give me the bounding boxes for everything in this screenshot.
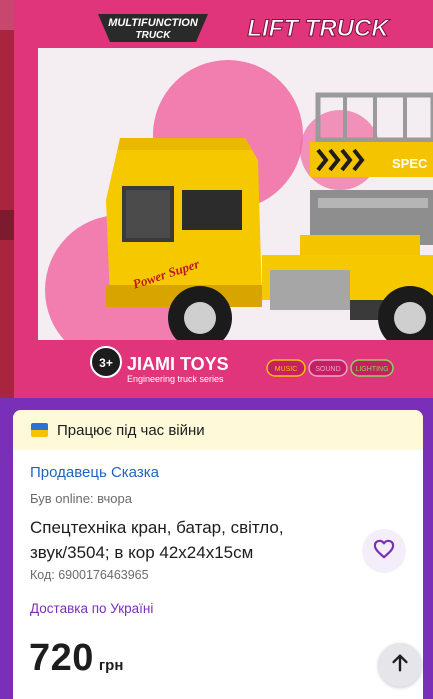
product-code: Код: 6900176463965 — [30, 568, 149, 582]
heart-outline-icon — [373, 539, 395, 564]
platform-label: SPEC — [392, 156, 428, 171]
scroll-to-top-button[interactable] — [378, 643, 422, 687]
badge-lighting: LIGHTING — [355, 366, 388, 373]
price: 720 грн — [29, 637, 123, 680]
seller-link[interactable]: Продавець Сказка — [30, 464, 159, 481]
listing-card: Працює під час війни Продавець Сказка Бу… — [13, 410, 423, 699]
age-badge: 3+ — [99, 356, 113, 370]
product-photo[interactable]: MULTIFUNCTION TRUCK LIFT TRUCK SPEC Powe… — [0, 0, 433, 398]
ukraine-flag-icon — [31, 423, 48, 437]
badge-music: MUSIC — [275, 366, 298, 373]
box-brand-sub-text: TRUCK — [136, 30, 172, 41]
manufacturer-text: JIAMI TOYS — [127, 354, 229, 374]
series-text: Engineering truck series — [127, 374, 224, 384]
seller-online-status: Був online: вчора — [30, 491, 132, 506]
favorite-button[interactable] — [362, 529, 406, 573]
wartime-banner: Працює під час війни — [13, 410, 423, 450]
delivery-info: Доставка по Україні — [30, 601, 154, 616]
badge-sound: SOUND — [315, 366, 340, 373]
box-title-text: LIFT TRUCK — [247, 15, 390, 42]
arrow-up-icon — [389, 652, 411, 679]
box-brand-text: MULTIFUNCTION — [108, 17, 199, 29]
price-currency: грн — [98, 657, 124, 674]
listing-title: Спецтехніка кран, батар, світло, звук/35… — [30, 518, 284, 562]
price-value: 720 — [29, 637, 94, 679]
wartime-banner-text: Працює під час війни — [57, 422, 205, 439]
